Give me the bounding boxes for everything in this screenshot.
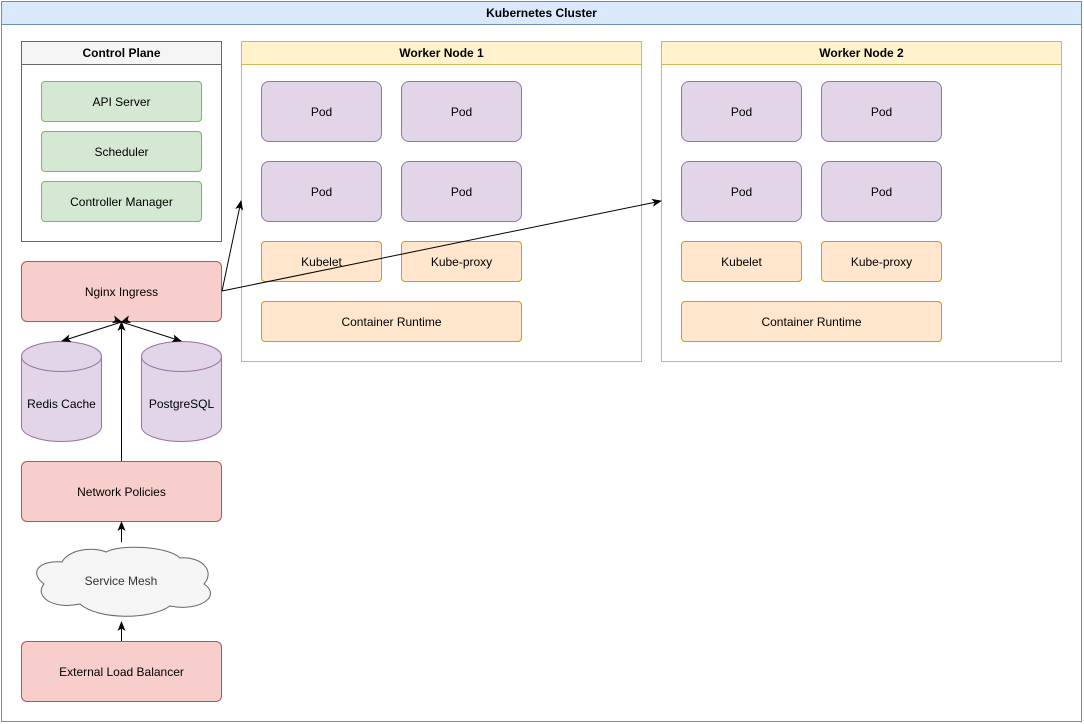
postgresql-cylinder[interactable]: PostgreSQL	[141, 341, 222, 442]
ingress-to-node2-arrow	[221, 198, 662, 292]
service-mesh-label: Service Mesh	[85, 574, 158, 588]
ingress-redis-arrow	[61, 315, 132, 343]
ingress-postgres-arrow	[111, 315, 182, 343]
postgresql-label: PostgreSQL	[149, 397, 215, 411]
ingress-to-node1-arrow	[221, 200, 244, 292]
redis-cache-cylinder[interactable]: Redis Cache	[21, 341, 102, 442]
service-mesh-cloud[interactable]: Service Mesh	[36, 546, 211, 617]
diagram-shapes: Redis Cache PostgreSQL Service Mesh	[21, 198, 662, 641]
redis-cache-label: Redis Cache	[27, 397, 96, 411]
